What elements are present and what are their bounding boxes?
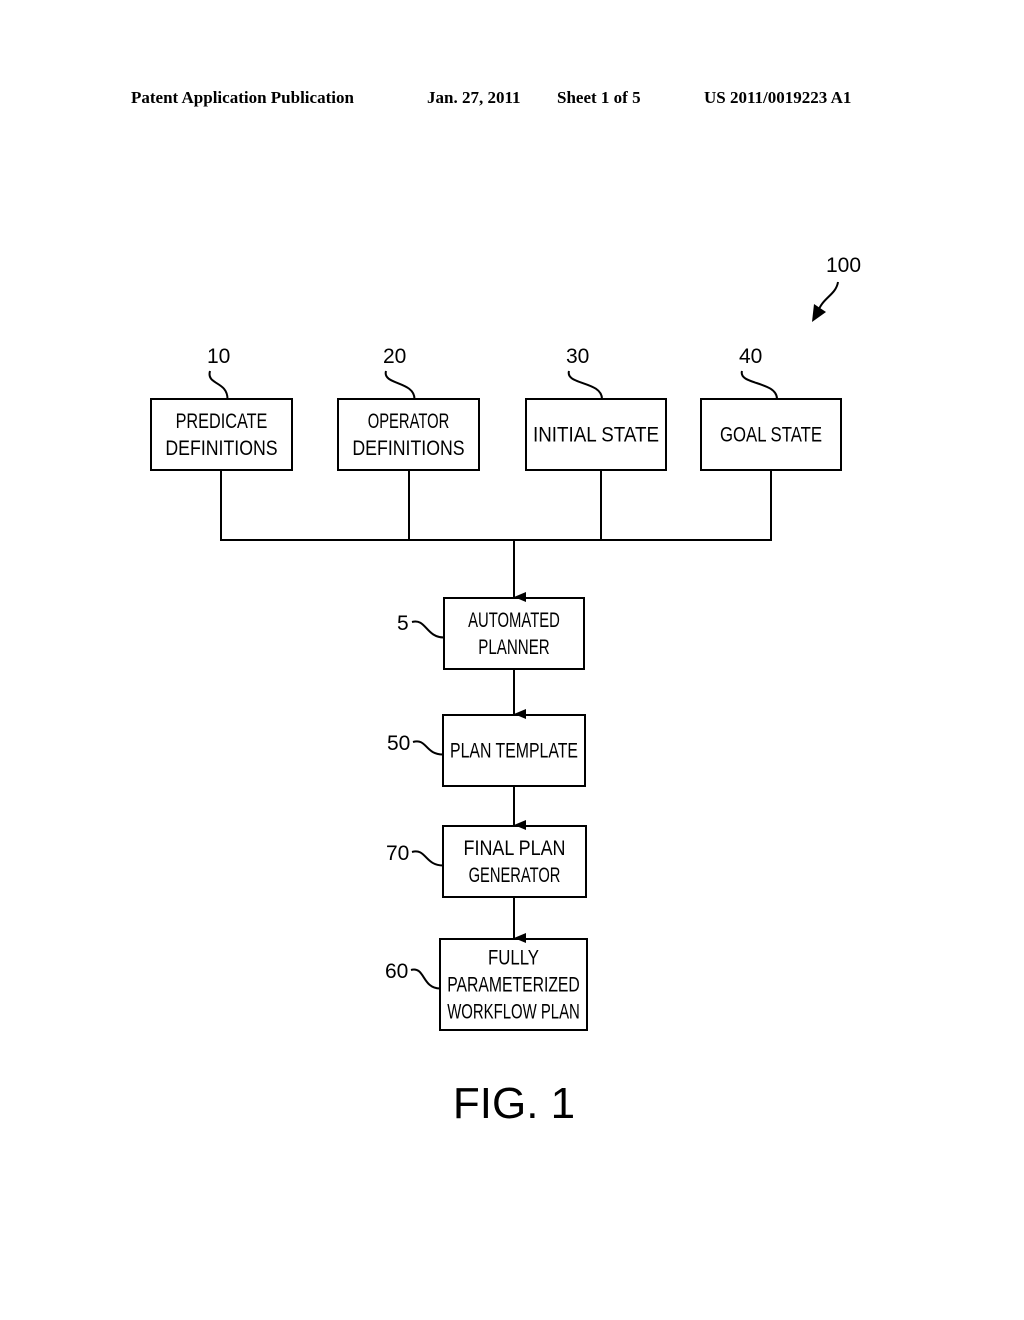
block-template: PLAN TEMPLATE 50 <box>387 714 586 787</box>
block-planner: AUTOMATED PLANNER 5 <box>397 597 585 670</box>
block-operator-label-line: DEFINITIONS <box>352 437 464 460</box>
block-workflow-label-line: PARAMETERIZED <box>447 974 580 997</box>
block-planner-label-line: AUTOMATED <box>468 609 560 632</box>
block-workflow: FULLY PARAMETERIZED WORKFLOW PLAN 60 <box>385 938 588 1031</box>
block-initial: INITIAL STATE 30 <box>525 345 667 471</box>
block-template-reference: 50 <box>387 732 410 755</box>
block-goal: GOAL STATE 40 <box>700 345 842 471</box>
flow-diagram: 100 PREDICATE DEFINITIONS 10 OPERATOR DEFINI… <box>150 254 861 1128</box>
block-goal-reference: 40 <box>739 345 762 368</box>
block-generator-label-line: FINAL PLAN <box>464 837 566 860</box>
block-workflow-leader-line <box>410 968 441 990</box>
block-predicate-leader-line <box>208 370 229 400</box>
block-predicate: PREDICATE DEFINITIONS 10 <box>150 345 293 471</box>
block-template-label-line: PLAN TEMPLATE <box>450 740 578 763</box>
input-bus <box>220 470 772 602</box>
block-predicate-label-line: PREDICATE <box>176 410 268 433</box>
block-planner-label-line: PLANNER <box>478 636 549 659</box>
block-generator: FINAL PLAN GENERATOR 70 <box>386 825 587 898</box>
figure-reference-arrowhead <box>812 304 826 322</box>
block-generator-label-line: GENERATOR <box>469 864 561 887</box>
block-initial-label-line: INITIAL STATE <box>533 424 659 447</box>
figure-reference-arrow <box>817 281 839 313</box>
block-initial-reference: 30 <box>566 345 589 368</box>
block-template-leader-line <box>412 740 444 756</box>
block-workflow-label-line: FULLY <box>488 947 539 970</box>
block-workflow-reference: 60 <box>385 960 408 983</box>
block-operator-leader-line <box>384 370 416 400</box>
block-goal-leader-line <box>740 370 778 400</box>
figure-label: FIG. 1 <box>453 1079 575 1128</box>
block-predicate-reference: 10 <box>207 345 230 368</box>
block-generator-leader-line <box>411 850 444 867</box>
block-operator-label-line: OPERATOR <box>368 410 450 433</box>
block-workflow-label-line: WORKFLOW PLAN <box>447 1001 580 1024</box>
block-goal-label-line: GOAL STATE <box>720 424 822 447</box>
block-initial-leader-line <box>567 370 603 400</box>
block-operator-reference: 20 <box>383 345 406 368</box>
block-planner-reference: 5 <box>397 612 409 635</box>
block-operator: OPERATOR DEFINITIONS 20 <box>337 345 480 471</box>
block-predicate-label-line: DEFINITIONS <box>165 437 277 460</box>
block-planner-leader-line <box>411 620 445 639</box>
block-generator-reference: 70 <box>386 842 409 865</box>
figure-reference-label: 100 <box>826 254 861 277</box>
